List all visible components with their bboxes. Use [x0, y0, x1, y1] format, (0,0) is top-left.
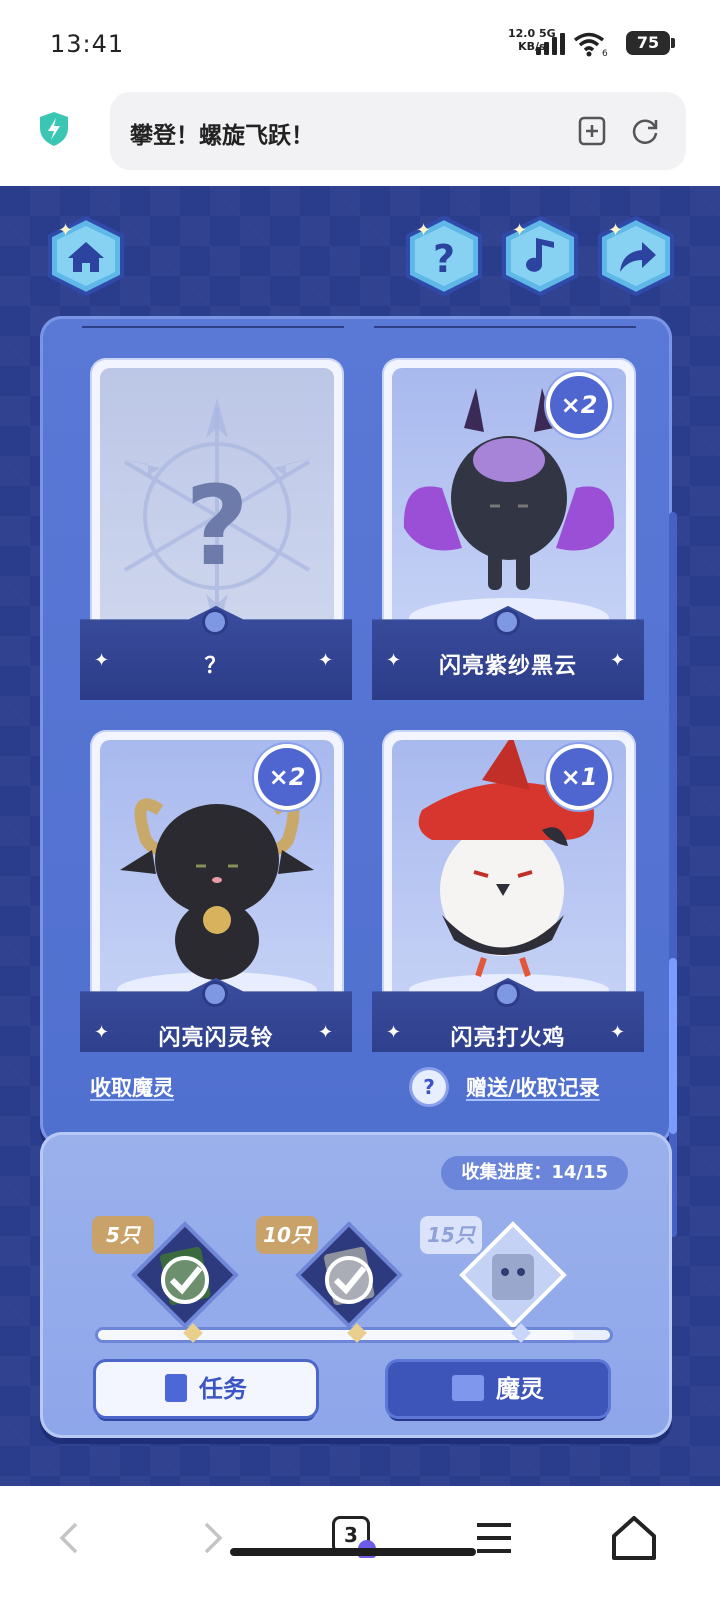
progress-track: [98, 1323, 610, 1343]
address-field[interactable]: 攀登！螺旋飞跃！: [110, 92, 686, 170]
spirit-card[interactable]: ? ✦ ✦ ？: [80, 360, 352, 710]
task-button[interactable]: 任务: [96, 1362, 316, 1416]
menu-icon[interactable]: [464, 1508, 524, 1568]
checkmark-icon: [161, 1256, 209, 1304]
wifi-icon: 6: [573, 32, 608, 57]
milestone-label: 10只: [256, 1216, 318, 1254]
refresh-icon[interactable]: [630, 116, 660, 146]
question-icon: ?: [433, 237, 455, 281]
count-badge: ×1: [550, 748, 608, 806]
home-nav-icon[interactable]: [604, 1508, 664, 1568]
forward-icon[interactable]: [182, 1508, 242, 1568]
milestone-label: 5只: [92, 1216, 154, 1254]
svg-text:✦: ✦: [416, 220, 431, 241]
help-button[interactable]: ? ✦: [402, 214, 486, 298]
card-grid: ? ✦ ✦ ？ ×2 ✦ ✦ 闪亮紫纱黑云 ×2 ✦ ✦ 闪亮闪灵铃 ×1 ✦ …: [40, 336, 672, 1052]
milestone-reward[interactable]: 5只: [92, 1216, 240, 1330]
page-title: 攀登！螺旋飞跃！: [130, 123, 314, 149]
spirit-card[interactable]: ×1 ✦ ✦ 闪亮打火鸡: [372, 732, 644, 1052]
music-button[interactable]: ✦: [498, 214, 582, 298]
snowflake-emblem-icon: ?: [120, 398, 314, 634]
milestone-label: 15只: [420, 1216, 482, 1254]
milestone-reward[interactable]: 10只: [256, 1216, 404, 1330]
svg-text:✦: ✦: [512, 220, 527, 241]
help-icon[interactable]: ?: [412, 1070, 446, 1104]
progress-panel: 收集进度：14/15 5只 10只 15只 任务 魔灵: [40, 1132, 672, 1438]
card-name: ？: [204, 654, 228, 679]
svg-text:✦: ✦: [58, 220, 73, 241]
folder-icon: [452, 1375, 484, 1401]
clock: 13:41: [50, 30, 125, 58]
collect-spirits-link[interactable]: 收取魔灵: [90, 1072, 174, 1102]
count-badge: ×2: [258, 748, 316, 806]
count-badge: ×2: [550, 376, 608, 434]
checkmark-icon: [325, 1256, 373, 1304]
browser-url-bar: 攀登！螺旋飞跃！: [0, 86, 720, 186]
scrollbar-thumb[interactable]: [669, 958, 677, 1134]
svg-text:✦: ✦: [608, 220, 623, 241]
signal-icon: [536, 33, 566, 55]
collection-progress: 收集进度：14/15: [441, 1156, 628, 1190]
back-icon[interactable]: [40, 1508, 100, 1568]
card-name: 闪亮紫纱黑云: [438, 654, 577, 679]
shield-icon[interactable]: [38, 111, 70, 147]
svg-text:6: 6: [602, 49, 608, 57]
gift-records-link[interactable]: 赠送/收取记录: [466, 1072, 600, 1102]
battery-indicator: 75: [626, 31, 675, 55]
home-button[interactable]: ✦: [44, 214, 128, 298]
progress-fill: [98, 1330, 575, 1340]
gesture-bar: [230, 1548, 476, 1556]
browser-nav-bar: 3: [0, 1486, 720, 1602]
milestone-reward[interactable]: 15只: [420, 1216, 568, 1330]
svg-text:?: ?: [185, 462, 249, 590]
card-name: 闪亮打火鸡: [450, 1026, 566, 1051]
spirit-card[interactable]: ×2 ✦ ✦ 闪亮紫纱黑云: [372, 360, 644, 710]
tabs-button[interactable]: 3: [322, 1508, 382, 1568]
svg-text:?: ?: [433, 237, 455, 281]
game-canvas: ✦ ? ✦ ✦ ✦ ? ✦ ✦ ？ ×2 ✦ ✦ 闪亮紫纱黑云 ×2 ✦ ✦ 闪…: [0, 186, 720, 1486]
spirit-button[interactable]: 魔灵: [388, 1362, 608, 1416]
share-button[interactable]: ✦: [594, 214, 678, 298]
bookmark-add-icon[interactable]: [578, 116, 606, 146]
document-icon: [165, 1374, 187, 1402]
status-bar: 13:41 12.0 5G KB/s 6 75: [0, 0, 720, 86]
card-name: 闪亮闪灵铃: [158, 1026, 274, 1051]
spirit-card[interactable]: ×2 ✦ ✦ 闪亮闪灵铃: [80, 732, 352, 1052]
